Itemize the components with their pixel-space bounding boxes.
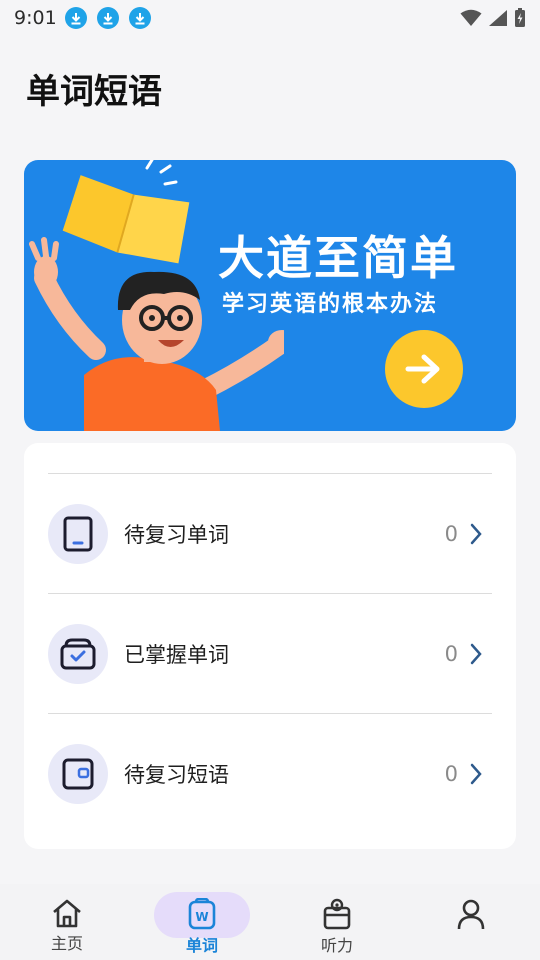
review-list-card: 待复习单词 0 已掌握单词 0 待复习短语 0 [24,443,516,849]
signal-icon [489,10,507,26]
battery-icon [515,8,525,27]
list-item-label: 待复习短语 [124,763,229,787]
phrase-card-icon [48,744,108,804]
checked-box-icon [48,624,108,684]
page-title: 单词短语 [26,72,162,112]
banner-title: 大道至简单 [218,231,458,285]
download-icon [96,7,119,29]
tab-label: 主页 [50,934,83,953]
list-item-phrases-to-review[interactable]: 待复习短语 0 [24,714,516,834]
download-icon [128,7,151,29]
tablet-icon [48,504,108,564]
chevron-right-icon [470,763,482,785]
list-item-count: 0 [444,762,458,786]
bottom-nav: 主页 W 单词 听力 [0,884,540,960]
list-item-count: 0 [444,522,458,546]
banner-go-button[interactable] [385,330,463,408]
home-icon [53,899,81,928]
word-icon: W [188,898,216,930]
status-time: 9:01 [14,7,57,29]
tab-label: 单词 [185,936,218,955]
list-item-words-to-review[interactable]: 待复习单词 0 [24,474,516,594]
list-item-label: 已掌握单词 [124,643,229,667]
system-status-icons [460,8,526,28]
arrow-right-icon [405,354,440,384]
tab-words[interactable]: W 单词 [147,884,257,960]
chevron-right-icon [470,523,482,545]
list-item-words-mastered[interactable]: 已掌握单词 0 [24,594,516,714]
chevron-right-icon [470,643,482,665]
list-item-label: 待复习单词 [124,523,229,547]
tab-label: 听力 [320,936,353,955]
tab-profile[interactable] [416,884,526,960]
promo-banner[interactable]: 大道至简单 学习英语的根本办法 [24,160,516,431]
status-bar: 9:01 [0,0,540,36]
svg-text:W: W [195,910,208,924]
wifi-icon [460,9,482,26]
download-icon [64,7,87,29]
list-item-count: 0 [444,642,458,666]
banner-subtitle: 学习英语的根本办法 [222,292,439,317]
tab-home[interactable]: 主页 [12,884,122,960]
profile-icon [457,899,485,930]
tab-listening[interactable]: 听力 [282,884,392,960]
radio-icon [323,898,351,930]
